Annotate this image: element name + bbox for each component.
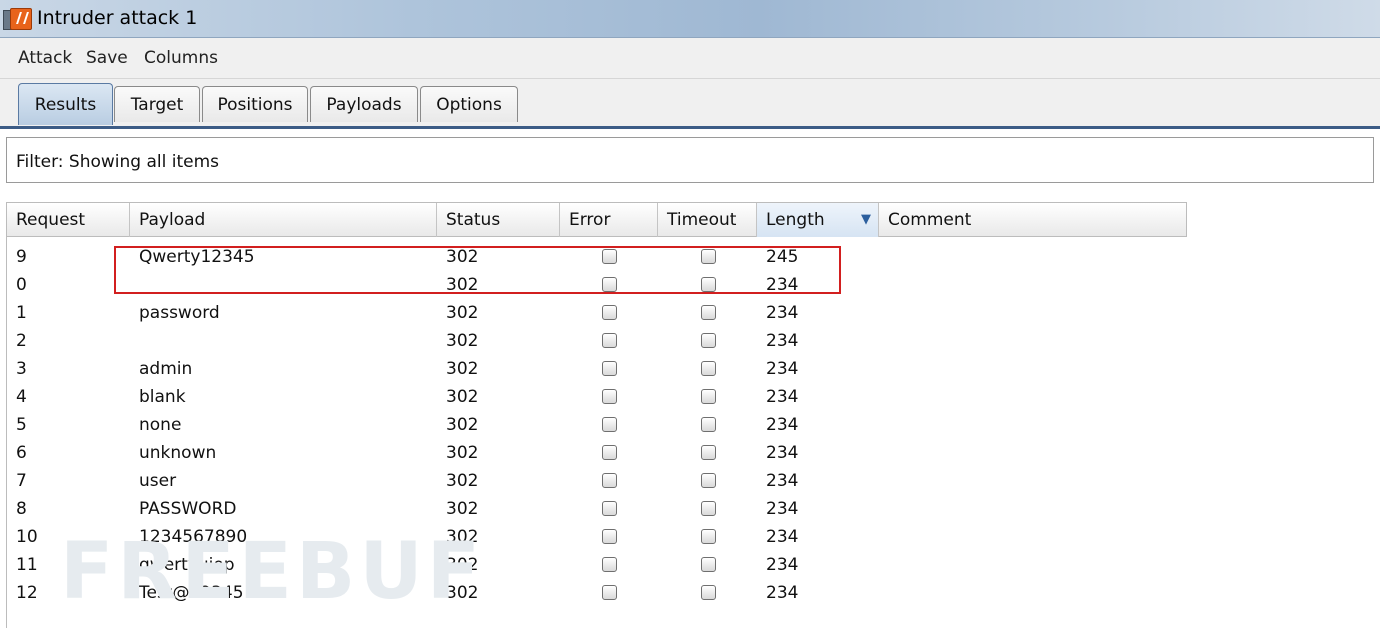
timeout-checkbox-icon	[701, 529, 716, 544]
watermark: FREEBUF	[60, 527, 484, 617]
menu-bar: Attack Save Columns	[0, 38, 1380, 79]
timeout-checkbox-icon	[701, 305, 716, 320]
cell-request: 0	[16, 275, 27, 295]
table-row[interactable]: 8 PASSWORD 302 234	[7, 495, 1187, 523]
cell-request: 2	[16, 331, 27, 351]
cell-request: 4	[16, 387, 27, 407]
error-checkbox-icon	[602, 585, 617, 600]
cell-request: 1	[16, 303, 27, 323]
menu-columns[interactable]: Columns	[144, 48, 218, 68]
cell-request: 6	[16, 443, 27, 463]
timeout-checkbox-icon	[701, 473, 716, 488]
error-checkbox-icon	[602, 445, 617, 460]
error-checkbox-icon	[602, 417, 617, 432]
cell-payload: admin	[139, 359, 193, 379]
table-header: Request Payload Status Error Timeout Len…	[7, 202, 1187, 237]
tab-positions[interactable]: Positions	[202, 86, 308, 122]
error-checkbox-icon	[602, 529, 617, 544]
column-header-length[interactable]: Length ▼	[757, 203, 879, 237]
cell-status: 302	[446, 499, 479, 519]
table-row[interactable]: 2 302 234	[7, 327, 1187, 355]
table-row[interactable]: 1 password 302 234	[7, 299, 1187, 327]
cell-payload: blank	[139, 387, 186, 407]
cell-length: 234	[766, 387, 799, 407]
cell-length: 234	[766, 331, 799, 351]
tab-target[interactable]: Target	[114, 86, 200, 122]
timeout-checkbox-icon	[701, 389, 716, 404]
cell-status: 302	[446, 303, 479, 323]
error-checkbox-icon	[602, 389, 617, 404]
table-row[interactable]: 7 user 302 234	[7, 467, 1187, 495]
error-checkbox-icon	[602, 333, 617, 348]
column-header-length-label: Length	[766, 210, 825, 230]
error-checkbox-icon	[602, 501, 617, 516]
column-header-status[interactable]: Status	[437, 203, 560, 237]
cell-request: 9	[16, 247, 27, 267]
cell-status: 302	[446, 443, 479, 463]
menu-attack[interactable]: Attack	[18, 48, 72, 68]
cell-payload: password	[139, 303, 220, 323]
tab-options[interactable]: Options	[420, 86, 518, 122]
timeout-checkbox-icon	[701, 333, 716, 348]
cell-status: 302	[446, 331, 479, 351]
cell-request: 7	[16, 471, 27, 491]
table-row[interactable]: 4 blank 302 234	[7, 383, 1187, 411]
timeout-checkbox-icon	[701, 585, 716, 600]
filter-text: Filter: Showing all items	[16, 152, 220, 172]
window-title-bar: Intruder attack 1	[0, 0, 1380, 38]
cell-length: 234	[766, 583, 799, 603]
cell-payload: unknown	[139, 443, 217, 463]
cell-length: 234	[766, 555, 799, 575]
cell-status: 302	[446, 471, 479, 491]
column-header-request[interactable]: Request	[7, 203, 130, 237]
window-title: Intruder attack 1	[37, 7, 198, 29]
timeout-checkbox-icon	[701, 501, 716, 516]
table-row[interactable]: 6 unknown 302 234	[7, 439, 1187, 467]
column-header-error[interactable]: Error	[560, 203, 658, 237]
cell-length: 234	[766, 303, 799, 323]
error-checkbox-icon	[602, 557, 617, 572]
cell-length: 234	[766, 471, 799, 491]
annotation-highlight-box	[114, 246, 841, 294]
column-header-payload[interactable]: Payload	[130, 203, 437, 237]
cell-length: 234	[766, 527, 799, 547]
cell-request: 12	[16, 583, 38, 603]
tab-strip: Results Target Positions Payloads Option…	[0, 79, 1380, 129]
cell-status: 302	[446, 387, 479, 407]
cell-status: 302	[446, 359, 479, 379]
cell-length: 234	[766, 443, 799, 463]
timeout-checkbox-icon	[701, 557, 716, 572]
cell-payload: user	[139, 471, 177, 491]
cell-request: 10	[16, 527, 38, 547]
column-header-comment[interactable]: Comment	[879, 203, 1187, 237]
filter-bar[interactable]: Filter: Showing all items	[6, 137, 1374, 183]
timeout-checkbox-icon	[701, 417, 716, 432]
error-checkbox-icon	[602, 473, 617, 488]
timeout-checkbox-icon	[701, 445, 716, 460]
burp-suite-icon	[10, 8, 32, 30]
menu-save[interactable]: Save	[86, 48, 128, 68]
table-row[interactable]: 5 none 302 234	[7, 411, 1187, 439]
cell-length: 234	[766, 415, 799, 435]
cell-request: 3	[16, 359, 27, 379]
cell-payload: none	[139, 415, 182, 435]
cell-length: 234	[766, 499, 799, 519]
cell-request: 5	[16, 415, 27, 435]
column-header-timeout[interactable]: Timeout	[658, 203, 757, 237]
error-checkbox-icon	[602, 305, 617, 320]
cell-length: 234	[766, 359, 799, 379]
sort-descending-icon: ▼	[861, 212, 871, 227]
cell-payload: PASSWORD	[139, 499, 237, 519]
cell-request: 8	[16, 499, 27, 519]
error-checkbox-icon	[602, 361, 617, 376]
cell-request: 11	[16, 555, 38, 575]
table-row[interactable]: 3 admin 302 234	[7, 355, 1187, 383]
cell-status: 302	[446, 415, 479, 435]
tab-results[interactable]: Results	[18, 83, 113, 125]
timeout-checkbox-icon	[701, 361, 716, 376]
tab-payloads[interactable]: Payloads	[310, 86, 418, 122]
